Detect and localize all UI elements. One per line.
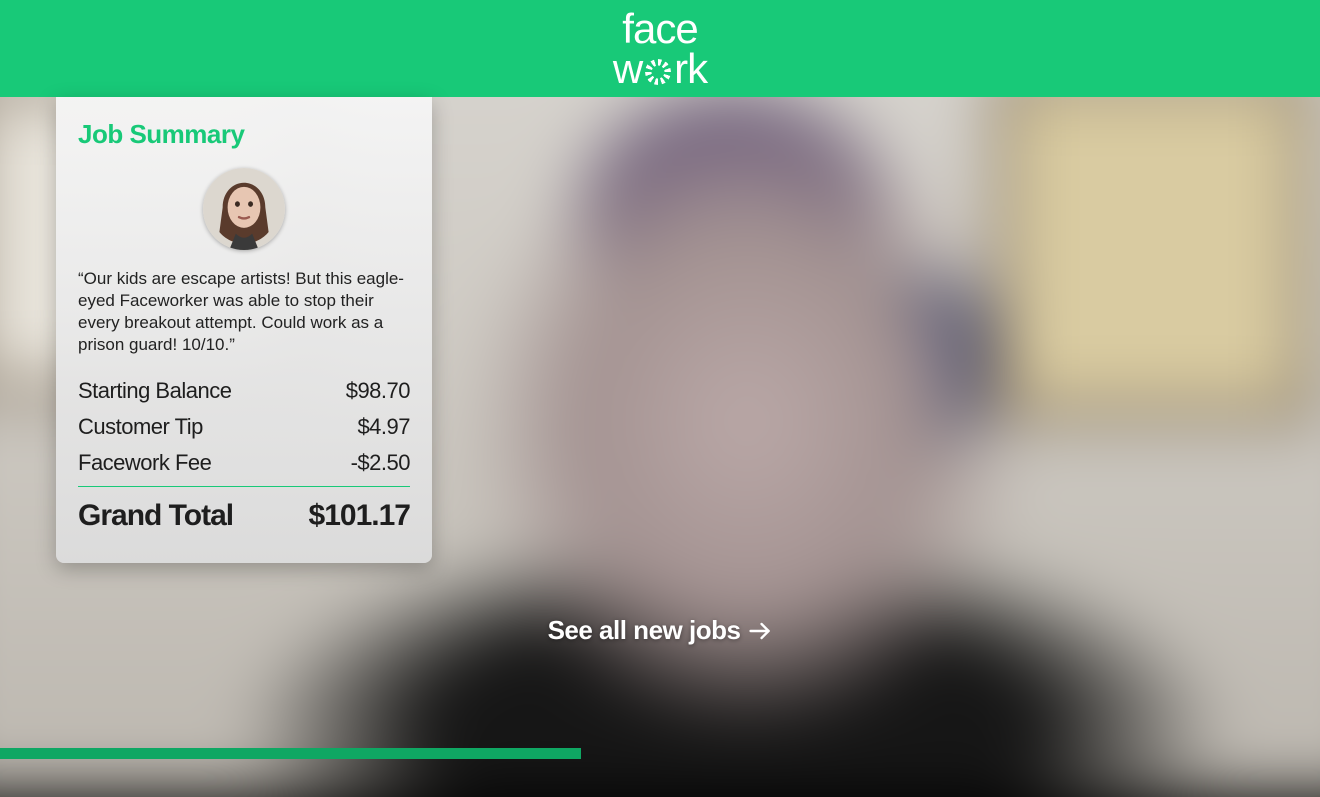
row-facework-fee: Facework Fee -$2.50 — [78, 450, 410, 476]
progress-fill — [0, 748, 581, 759]
row-customer-tip: Customer Tip $4.97 — [78, 414, 410, 440]
bg-picture-frame-right — [994, 71, 1313, 422]
row-label: Starting Balance — [78, 378, 231, 404]
customer-avatar-wrap — [78, 168, 410, 250]
row-starting-balance: Starting Balance $98.70 — [78, 378, 410, 404]
row-label: Customer Tip — [78, 414, 203, 440]
summary-rows: Starting Balance $98.70 Customer Tip $4.… — [78, 378, 410, 533]
summary-divider — [78, 486, 410, 487]
app-header: face w rk — [0, 0, 1320, 97]
row-value: $98.70 — [346, 378, 410, 404]
grand-total-label: Grand Total — [78, 499, 233, 533]
row-value: -$2.50 — [351, 450, 410, 476]
see-all-jobs-link[interactable]: See all new jobs — [548, 615, 773, 646]
brand-logo: face w rk — [613, 9, 707, 89]
row-label: Facework Fee — [78, 450, 211, 476]
brand-line1: face — [613, 9, 707, 49]
arrow-right-icon — [748, 621, 772, 641]
row-value: $4.97 — [357, 414, 410, 440]
customer-avatar — [203, 168, 285, 250]
card-title: Job Summary — [78, 119, 410, 150]
spinner-o-icon — [645, 59, 671, 85]
brand-line2: w rk — [613, 49, 707, 89]
progress-bar[interactable] — [0, 748, 1320, 759]
see-all-jobs-label: See all new jobs — [548, 615, 741, 646]
grand-total-value: $101.17 — [309, 499, 410, 533]
customer-quote: “Our kids are escape artists! But this e… — [78, 268, 410, 356]
row-grand-total: Grand Total $101.17 — [78, 499, 410, 533]
job-summary-card: Job Summary “Our kids are escape artists… — [56, 97, 432, 563]
